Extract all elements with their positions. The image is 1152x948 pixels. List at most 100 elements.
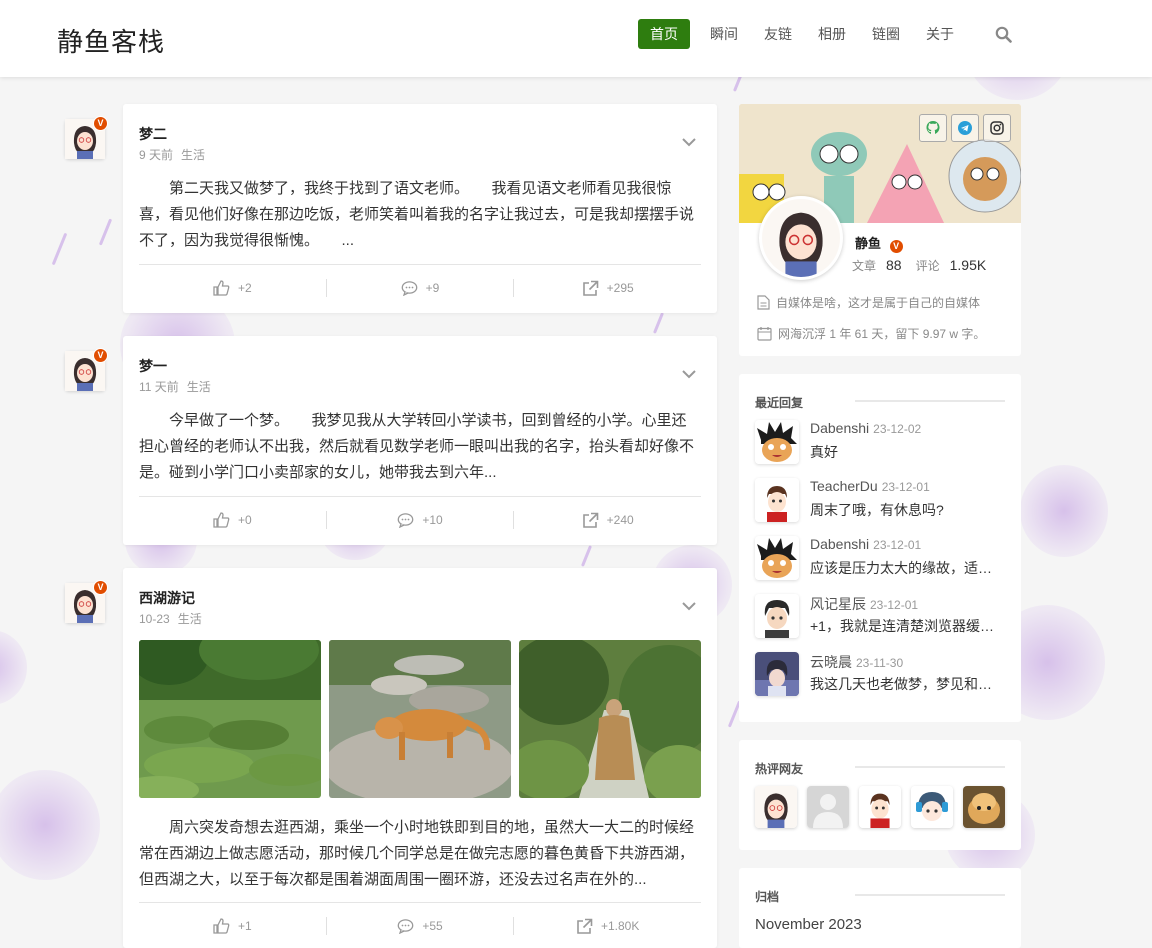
comment-author-name[interactable]: Dabenshi [810,420,869,436]
nav-moments[interactable]: 瞬间 [704,19,744,49]
divider [855,766,1005,768]
uptime-text: 网海沉浮 1 年 61 天，留下 9.97 w 字。 [778,327,986,341]
post-excerpt: 周六突发奇想去逛西湖，乘坐一个小时地铁即到目的地，虽然大一大二的时候经常在西湖边… [139,819,695,888]
chevron-down-icon[interactable] [681,598,697,614]
comment-button[interactable]: +10 [327,507,514,533]
avatar[interactable] [755,594,799,638]
chevron-down-icon[interactable] [681,366,697,382]
search-icon[interactable] [988,19,1018,49]
profile-name-text: 静鱼 [855,236,882,251]
avatar[interactable] [755,478,799,522]
author-avatar[interactable]: V [65,580,108,623]
like-button[interactable]: +2 [139,275,326,301]
share-button[interactable]: +1.80K [514,913,701,939]
profile-avatar[interactable] [759,196,843,280]
comment-date: 23-12-01 [870,598,919,612]
nav-home[interactable]: 首页 [638,19,690,49]
divider [855,894,1005,896]
archive-card: 归档 November 2023 [739,868,1021,948]
profile-uptime: 网海沉浮 1 年 61 天，留下 9.97 w 字。 [757,325,985,342]
comments-label: 评论 [915,259,940,273]
post-photo-cat[interactable] [329,640,511,798]
view-count: +295 [606,281,634,295]
nav-link-circle[interactable]: 链圈 [866,19,906,49]
github-icon[interactable] [919,114,947,142]
list-item[interactable]: 风记星辰 23-12-01 +1，我就是连清楚浏览器缓存都记不住 [755,594,1005,640]
post-actions: +1 +55 +1.80K [139,913,701,939]
author-avatar[interactable]: V [65,116,108,159]
comment-author-name[interactable]: 风记星辰 [810,596,866,612]
divider [139,902,701,903]
comment-author: Dabenshi 23-12-02 [810,420,921,436]
post-card[interactable]: 梦一 11 天前 生活 今早做了一个梦。 我梦见我从大学转回小学读书，回到曾经的小… [123,336,717,545]
nav-albums[interactable]: 相册 [812,19,852,49]
post-meta: 10-23 生活 [139,610,202,627]
post-photo-monk[interactable] [519,640,701,798]
post-actions: +2 +9 +295 [139,275,701,301]
verified-badge-icon: V [93,580,108,595]
list-item[interactable]: TeacherDu 23-12-01 周末了哦，有休息吗? [755,478,1005,524]
comment-author-name[interactable]: 云晓晨 [810,654,852,670]
nav-links[interactable]: 友链 [758,19,798,49]
comment-text[interactable]: +1，我就是连清楚浏览器缓存都记不住 [810,616,1005,636]
nav-about[interactable]: 关于 [920,19,960,49]
verified-badge-icon: V [93,116,108,131]
post-excerpt: 今早做了一个梦。 我梦见我从大学转回小学读书，回到曾经的小学。心里还担心曾经的老… [139,412,695,481]
like-button[interactable]: +0 [139,507,326,533]
top-header: 静鱼客栈 首页 瞬间 友链 相册 链圈 关于 [0,0,1152,77]
comment-text[interactable]: 周末了哦，有休息吗? [810,500,1005,520]
share-button[interactable]: +295 [514,275,701,301]
avatar[interactable] [807,786,849,828]
comment-date: 23-11-30 [856,656,904,670]
posts-label: 文章 [852,259,877,273]
site-logo[interactable]: 静鱼客栈 [57,22,165,59]
posts-count: 88 [886,257,902,273]
share-button[interactable]: +240 [514,507,701,533]
avatar[interactable] [755,536,799,580]
avatar[interactable] [755,652,799,696]
bio-text: 自媒体是啥，这才是属于自己的自媒体 [776,296,981,310]
comment-author-name[interactable]: TeacherDu [810,478,878,494]
post-meta: 9 天前 生活 [139,146,205,163]
profile-stats: 文章 88 评论 1.95K [852,257,1000,274]
comment-author-name[interactable]: Dabenshi [810,536,869,552]
profile-card: 静鱼 V 文章 88 评论 1.95K 自媒体是啥，这才是属于自己的自媒体 网海沉浮 … [739,104,1021,356]
archive-month-link[interactable]: November 2023 [755,916,862,933]
avatar[interactable] [859,786,901,828]
post-title[interactable]: 梦二 [139,124,167,144]
divider [855,400,1005,402]
list-item[interactable]: Dabenshi 23-12-01 应该是压力太大的缘故，适当放松一下 [755,536,1005,582]
avatar[interactable] [911,786,953,828]
comment-text[interactable]: 真好 [810,442,1005,462]
author-avatar[interactable]: V [65,348,108,391]
chevron-down-icon[interactable] [681,134,697,150]
list-item[interactable]: Dabenshi 23-12-02 真好 [755,420,1005,466]
profile-bio: 自媒体是啥，这才是属于自己的自媒体 [757,294,980,311]
post-category[interactable]: 生活 [187,380,211,394]
instagram-icon[interactable] [983,114,1011,142]
divider [139,496,701,497]
like-count: +0 [237,513,252,527]
comment-button[interactable]: +9 [327,275,514,301]
post-title[interactable]: 西湖游记 [139,588,195,608]
comment-text[interactable]: 应该是压力太大的缘故，适当放松一下 [810,558,1005,578]
post-card[interactable]: 西湖游记 10-23 生活 周六突发奇想去逛西湖，乘坐一个小时地铁即到目的地，虽然… [123,568,717,948]
comment-text[interactable]: 我这几天也老做梦，梦见和高中同学 [810,674,1005,694]
post-meta: 11 天前 生活 [139,378,211,395]
avatar[interactable] [755,786,797,828]
post-actions: +0 +10 +240 [139,507,701,533]
profile-name: 静鱼 V [855,233,904,254]
like-count: +2 [237,281,252,295]
list-item[interactable]: 云晓晨 23-11-30 我这几天也老做梦，梦见和高中同学 [755,652,1005,698]
post-title[interactable]: 梦一 [139,356,167,376]
telegram-icon[interactable] [951,114,979,142]
comment-button[interactable]: +55 [327,913,514,939]
post-photo-tea-field[interactable] [139,640,321,798]
like-button[interactable]: +1 [139,913,326,939]
avatar[interactable] [755,420,799,464]
post-category[interactable]: 生活 [181,148,205,162]
avatar[interactable] [963,786,1005,828]
post-card[interactable]: 梦二 9 天前 生活 第二天我又做梦了，我终于找到了语文老师。 我看见语文老师看见… [123,104,717,313]
post-category[interactable]: 生活 [178,612,202,626]
hot-friends-card: 热评网友 [739,740,1021,850]
